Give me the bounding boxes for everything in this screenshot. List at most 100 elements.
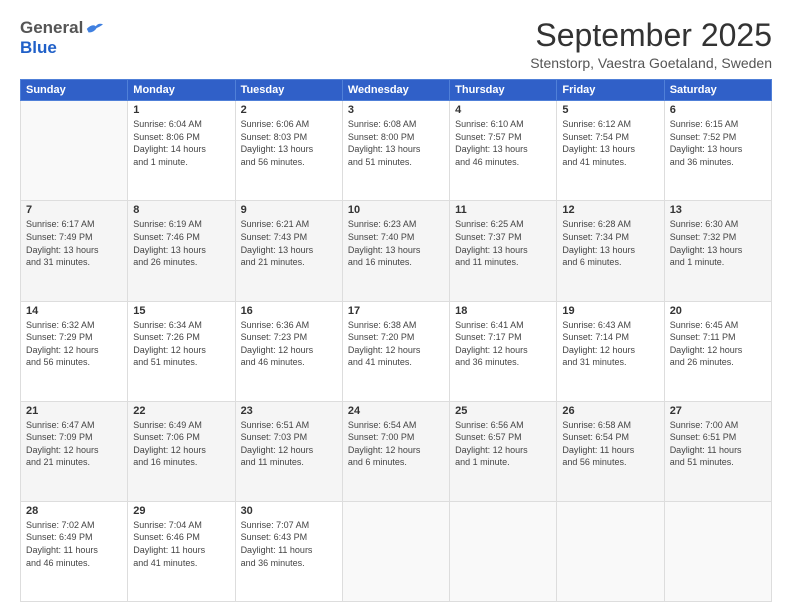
- day-info: Sunrise: 6:28 AMSunset: 7:34 PMDaylight:…: [562, 218, 658, 268]
- col-friday: Friday: [557, 80, 664, 101]
- table-row: 7 Sunrise: 6:17 AMSunset: 7:49 PMDaylight…: [21, 201, 128, 301]
- col-sunday: Sunday: [21, 80, 128, 101]
- day-number: 18: [455, 305, 551, 317]
- day-info: Sunrise: 6:04 AMSunset: 8:06 PMDaylight:…: [133, 118, 229, 168]
- table-row: 30Sunrise: 7:07 AMSunset: 6:43 PMDayligh…: [235, 501, 342, 601]
- table-row: 18 Sunrise: 6:41 AMSunset: 7:17 PMDayligh…: [450, 301, 557, 401]
- day-number: 24: [348, 405, 444, 417]
- day-number: 11: [455, 204, 551, 216]
- location: Stenstorp, Vaestra Goetaland, Sweden: [530, 55, 772, 71]
- table-row: [450, 501, 557, 601]
- day-number: 3: [348, 104, 444, 116]
- page: General Blue September 2025 Stenstorp, V…: [0, 0, 792, 612]
- table-row: 3 Sunrise: 6:08 AMSunset: 8:00 PMDaylight…: [342, 101, 449, 201]
- day-number: 25: [455, 405, 551, 417]
- day-number: 17: [348, 305, 444, 317]
- day-info: Sunrise: 6:06 AMSunset: 8:03 PMDaylight:…: [241, 118, 337, 168]
- logo-general-text: General: [20, 18, 83, 38]
- day-info: Sunrise: 6:41 AMSunset: 7:17 PMDaylight:…: [455, 319, 551, 369]
- day-info: Sunrise: 6:23 AMSunset: 7:40 PMDaylight:…: [348, 218, 444, 268]
- day-info: Sunrise: 6:19 AMSunset: 7:46 PMDaylight:…: [133, 218, 229, 268]
- table-row: 8 Sunrise: 6:19 AMSunset: 7:46 PMDaylight…: [128, 201, 235, 301]
- col-tuesday: Tuesday: [235, 80, 342, 101]
- day-number: 23: [241, 405, 337, 417]
- day-number: 29: [133, 505, 229, 517]
- table-row: 24 Sunrise: 6:54 AMSunset: 7:00 PMDayligh…: [342, 401, 449, 501]
- table-row: 27Sunrise: 7:00 AMSunset: 6:51 PMDayligh…: [664, 401, 771, 501]
- day-number: 14: [26, 305, 122, 317]
- table-row: 4 Sunrise: 6:10 AMSunset: 7:57 PMDaylight…: [450, 101, 557, 201]
- table-row: 10 Sunrise: 6:23 AMSunset: 7:40 PMDayligh…: [342, 201, 449, 301]
- day-info: Sunrise: 7:02 AMSunset: 6:49 PMDaylight:…: [26, 519, 122, 569]
- day-info: Sunrise: 6:54 AMSunset: 7:00 PMDaylight:…: [348, 419, 444, 469]
- day-number: 21: [26, 405, 122, 417]
- table-row: 5Sunrise: 6:12 AMSunset: 7:54 PMDaylight…: [557, 101, 664, 201]
- table-row: [664, 501, 771, 601]
- day-number: 6: [670, 104, 766, 116]
- table-row: 12 Sunrise: 6:28 AMSunset: 7:34 PMDayligh…: [557, 201, 664, 301]
- day-number: 2: [241, 104, 337, 116]
- day-number: 7: [26, 204, 122, 216]
- day-info: Sunrise: 6:17 AMSunset: 7:49 PMDaylight:…: [26, 218, 122, 268]
- day-info: Sunrise: 7:04 AMSunset: 6:46 PMDaylight:…: [133, 519, 229, 569]
- table-row: 13 Sunrise: 6:30 AMSunset: 7:32 PMDayligh…: [664, 201, 771, 301]
- col-saturday: Saturday: [664, 80, 771, 101]
- title-block: September 2025 Stenstorp, Vaestra Goetal…: [530, 18, 772, 71]
- logo-bird-icon: [85, 21, 103, 35]
- day-info: Sunrise: 6:25 AMSunset: 7:37 PMDaylight:…: [455, 218, 551, 268]
- month-title: September 2025: [530, 18, 772, 53]
- table-row: 15Sunrise: 6:34 AMSunset: 7:26 PMDayligh…: [128, 301, 235, 401]
- table-row: 6 Sunrise: 6:15 AMSunset: 7:52 PMDaylight…: [664, 101, 771, 201]
- day-number: 9: [241, 204, 337, 216]
- day-number: 4: [455, 104, 551, 116]
- logo: General Blue: [20, 18, 103, 58]
- table-row: 29 Sunrise: 7:04 AMSunset: 6:46 PMDayligh…: [128, 501, 235, 601]
- day-info: Sunrise: 6:56 AMSunset: 6:57 PMDaylight:…: [455, 419, 551, 469]
- day-number: 8: [133, 204, 229, 216]
- day-number: 26: [562, 405, 658, 417]
- day-info: Sunrise: 7:07 AMSunset: 6:43 PMDaylight:…: [241, 519, 337, 569]
- header: General Blue September 2025 Stenstorp, V…: [20, 18, 772, 71]
- day-info: Sunrise: 6:36 AMSunset: 7:23 PMDaylight:…: [241, 319, 337, 369]
- day-info: Sunrise: 6:43 AMSunset: 7:14 PMDaylight:…: [562, 319, 658, 369]
- day-number: 16: [241, 305, 337, 317]
- day-info: Sunrise: 6:51 AMSunset: 7:03 PMDaylight:…: [241, 419, 337, 469]
- table-row: 19Sunrise: 6:43 AMSunset: 7:14 PMDayligh…: [557, 301, 664, 401]
- day-number: 13: [670, 204, 766, 216]
- calendar-week-row: 28 Sunrise: 7:02 AMSunset: 6:49 PMDayligh…: [21, 501, 772, 601]
- day-number: 12: [562, 204, 658, 216]
- table-row: 11 Sunrise: 6:25 AMSunset: 7:37 PMDayligh…: [450, 201, 557, 301]
- table-row: [557, 501, 664, 601]
- table-row: 2 Sunrise: 6:06 AMSunset: 8:03 PMDaylight…: [235, 101, 342, 201]
- table-row: 28 Sunrise: 7:02 AMSunset: 6:49 PMDayligh…: [21, 501, 128, 601]
- calendar-week-row: 14Sunrise: 6:32 AMSunset: 7:29 PMDayligh…: [21, 301, 772, 401]
- calendar-week-row: 21 Sunrise: 6:47 AMSunset: 7:09 PMDayligh…: [21, 401, 772, 501]
- day-number: 20: [670, 305, 766, 317]
- day-info: Sunrise: 6:58 AMSunset: 6:54 PMDaylight:…: [562, 419, 658, 469]
- calendar-header-row: Sunday Monday Tuesday Wednesday Thursday…: [21, 80, 772, 101]
- day-number: 1: [133, 104, 229, 116]
- day-info: Sunrise: 6:21 AMSunset: 7:43 PMDaylight:…: [241, 218, 337, 268]
- table-row: 14Sunrise: 6:32 AMSunset: 7:29 PMDayligh…: [21, 301, 128, 401]
- table-row: 23 Sunrise: 6:51 AMSunset: 7:03 PMDayligh…: [235, 401, 342, 501]
- table-row: 20 Sunrise: 6:45 AMSunset: 7:11 PMDayligh…: [664, 301, 771, 401]
- table-row: 25 Sunrise: 6:56 AMSunset: 6:57 PMDayligh…: [450, 401, 557, 501]
- day-number: 22: [133, 405, 229, 417]
- col-thursday: Thursday: [450, 80, 557, 101]
- col-monday: Monday: [128, 80, 235, 101]
- calendar-table: Sunday Monday Tuesday Wednesday Thursday…: [20, 79, 772, 602]
- table-row: 1 Sunrise: 6:04 AMSunset: 8:06 PMDaylight…: [128, 101, 235, 201]
- day-info: Sunrise: 6:47 AMSunset: 7:09 PMDaylight:…: [26, 419, 122, 469]
- day-info: Sunrise: 6:45 AMSunset: 7:11 PMDaylight:…: [670, 319, 766, 369]
- day-info: Sunrise: 6:49 AMSunset: 7:06 PMDaylight:…: [133, 419, 229, 469]
- table-row: [342, 501, 449, 601]
- table-row: [21, 101, 128, 201]
- table-row: 26 Sunrise: 6:58 AMSunset: 6:54 PMDayligh…: [557, 401, 664, 501]
- day-info: Sunrise: 6:08 AMSunset: 8:00 PMDaylight:…: [348, 118, 444, 168]
- day-info: Sunrise: 6:30 AMSunset: 7:32 PMDaylight:…: [670, 218, 766, 268]
- day-info: Sunrise: 6:10 AMSunset: 7:57 PMDaylight:…: [455, 118, 551, 168]
- day-number: 10: [348, 204, 444, 216]
- day-info: Sunrise: 6:15 AMSunset: 7:52 PMDaylight:…: [670, 118, 766, 168]
- day-number: 28: [26, 505, 122, 517]
- table-row: 9 Sunrise: 6:21 AMSunset: 7:43 PMDaylight…: [235, 201, 342, 301]
